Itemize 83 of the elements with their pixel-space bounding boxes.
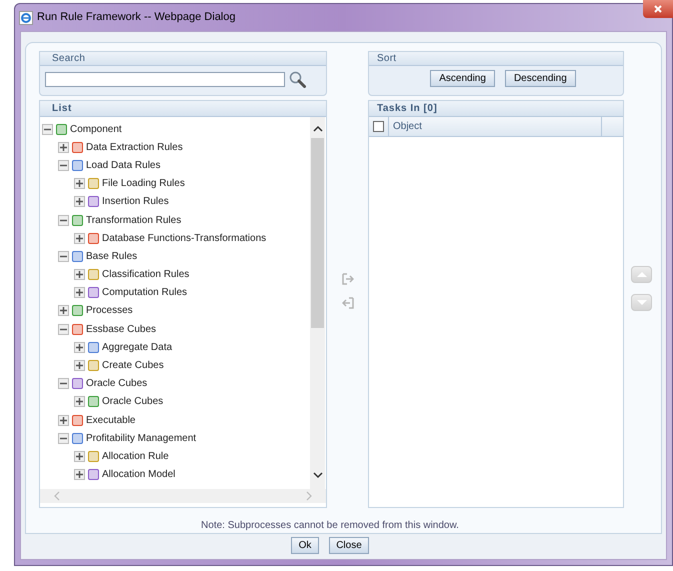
- panel-title: List: [52, 102, 72, 116]
- close-window-button[interactable]: [643, 0, 673, 18]
- scroll-up-icon[interactable]: [312, 125, 322, 132]
- sort-button[interactable]: Descending: [504, 70, 576, 87]
- tree-item[interactable]: Essbase Cubes: [86, 322, 156, 337]
- square-icon: [72, 432, 83, 444]
- square-icon: [88, 396, 99, 408]
- search-icon[interactable]: [289, 71, 306, 88]
- panel-title: Tasks In [0]: [377, 102, 438, 116]
- square-icon: [72, 250, 83, 262]
- tree-item[interactable]: Allocation Rule: [102, 448, 169, 464]
- expand-toggle[interactable]: [74, 232, 85, 244]
- square-icon: [72, 142, 83, 153]
- browser-icon: [19, 10, 33, 24]
- tree-item[interactable]: Insertion Rules: [102, 194, 169, 210]
- tree-item[interactable]: Allocation Model: [102, 467, 176, 482]
- tree-item[interactable]: Base Rules: [86, 248, 138, 264]
- tree-item[interactable]: Computation Rules: [102, 285, 188, 300]
- ok-button[interactable]: Ok: [291, 537, 319, 554]
- expand-toggle[interactable]: [74, 396, 85, 408]
- down-triangle-icon: [636, 300, 646, 305]
- tree-item[interactable]: Oracle Cubes: [86, 376, 148, 392]
- search-field[interactable]: [45, 72, 285, 87]
- square-icon: [88, 178, 99, 190]
- window-title: Run Rule Framework -- Webpage Dialog: [37, 10, 236, 26]
- square-icon: [88, 232, 99, 244]
- square-icon: [72, 324, 83, 335]
- expand-toggle[interactable]: [58, 142, 69, 153]
- note-text: Note: Subprocesses cannot be removed from this window.: [201, 519, 459, 533]
- square-icon: [88, 287, 99, 298]
- square-icon: [72, 414, 83, 426]
- vertical-scrollbar[interactable]: [310, 117, 325, 489]
- tree-item[interactable]: Profitability Management: [86, 430, 196, 446]
- square-icon: [88, 450, 99, 462]
- square-icon: [88, 342, 99, 353]
- tree-item[interactable]: Oracle Cubes: [102, 394, 164, 410]
- expand-toggle[interactable]: [74, 360, 85, 372]
- close-icon: [654, 5, 662, 13]
- collapse-toggle[interactable]: [58, 214, 69, 226]
- tree-item[interactable]: Component: [70, 122, 122, 137]
- expand-toggle[interactable]: [74, 287, 85, 298]
- select-all-checkbox[interactable]: [373, 121, 384, 132]
- square-icon: [72, 305, 83, 316]
- panel-title: Sort: [377, 52, 396, 66]
- expand-toggle[interactable]: [74, 269, 85, 280]
- tree-item[interactable]: File Loading Rules: [102, 176, 185, 192]
- expand-toggle[interactable]: [74, 178, 85, 190]
- expand-toggle[interactable]: [74, 469, 85, 480]
- tree-item[interactable]: Database Functions-Transformations: [102, 230, 266, 246]
- square-icon: [88, 196, 99, 208]
- collapse-toggle[interactable]: [58, 160, 69, 171]
- tree-item[interactable]: Create Cubes: [102, 358, 164, 374]
- collapse-toggle[interactable]: [58, 378, 69, 390]
- tree-item[interactable]: Data Extraction Rules: [86, 140, 183, 155]
- square-icon: [56, 124, 67, 135]
- expand-toggle[interactable]: [58, 414, 69, 426]
- up-triangle-icon: [636, 272, 646, 277]
- square-icon: [72, 160, 83, 171]
- square-icon: [72, 214, 83, 226]
- tree-item[interactable]: Load Data Rules: [86, 158, 160, 173]
- panel-title: Search: [52, 52, 86, 66]
- scrollbar-thumb[interactable]: [311, 138, 324, 328]
- square-icon: [88, 269, 99, 280]
- expand-toggle[interactable]: [74, 450, 85, 462]
- tree-item[interactable]: Transformation Rules: [86, 212, 182, 228]
- close-button[interactable]: Close: [329, 537, 369, 554]
- square-icon: [88, 469, 99, 480]
- tree-item[interactable]: Classification Rules: [102, 267, 190, 282]
- tree-item[interactable]: Executable: [86, 412, 136, 428]
- collapse-toggle[interactable]: [58, 432, 69, 444]
- expand-toggle[interactable]: [58, 305, 69, 316]
- scroll-down-icon[interactable]: [312, 472, 322, 479]
- square-icon: [72, 378, 83, 390]
- collapse-toggle[interactable]: [58, 324, 69, 335]
- column-header[interactable]: Object: [389, 117, 601, 136]
- collapse-toggle[interactable]: [42, 124, 53, 135]
- expand-toggle[interactable]: [74, 342, 85, 353]
- tree-item[interactable]: Processes: [86, 303, 133, 318]
- tree-item[interactable]: Aggregate Data: [102, 340, 172, 355]
- sort-button[interactable]: Ascending: [430, 70, 495, 87]
- collapse-toggle[interactable]: [58, 250, 69, 262]
- square-icon: [88, 360, 99, 372]
- expand-toggle[interactable]: [74, 196, 85, 208]
